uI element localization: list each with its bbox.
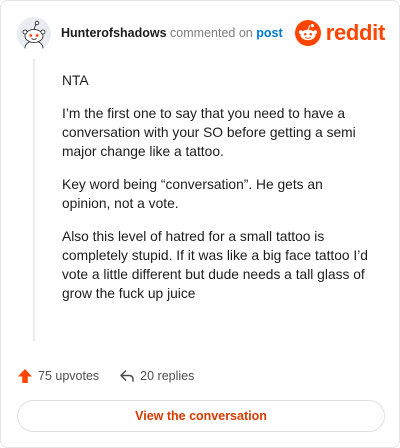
thread-line[interactable] xyxy=(33,59,35,341)
comment-meta: Hunterofshadows commented on post xyxy=(61,26,283,40)
upvotes-label: 75 upvotes xyxy=(38,369,100,383)
replies-label: 20 replies xyxy=(140,369,195,383)
comment-card: Hunterofshadows commented on post reddit… xyxy=(0,0,400,448)
comment-paragraph: Key word being “conversation”. He gets a… xyxy=(62,177,323,211)
reddit-logo-icon xyxy=(294,20,321,46)
view-conversation-button[interactable]: View the conversation xyxy=(17,400,385,432)
comment-paragraph: I’m the first one to say that you need t… xyxy=(62,106,356,159)
user-avatar[interactable] xyxy=(17,17,51,51)
comment-footer: 75 upvotes 20 replies xyxy=(17,365,214,387)
username-link[interactable]: Hunterofshadows xyxy=(61,26,167,40)
snoo-avatar-icon xyxy=(17,17,51,51)
comment-paragraph: NTA xyxy=(62,73,89,88)
upvote-arrow-icon xyxy=(18,369,32,383)
comment-paragraph: Also this level of hatred for a small ta… xyxy=(62,229,368,301)
reply-count[interactable]: 20 replies xyxy=(119,368,194,384)
reply-arrow-icon xyxy=(120,370,134,382)
upvote-count[interactable]: 75 upvotes xyxy=(17,368,99,384)
brand-wordmark: reddit xyxy=(325,20,386,45)
reddit-brand[interactable]: reddit xyxy=(294,19,386,47)
comment-header: Hunterofshadows commented on post reddit xyxy=(17,17,385,51)
post-link[interactable]: post xyxy=(256,26,282,40)
comment-body: NTA I’m the first one to say that you ne… xyxy=(62,71,372,317)
action-text: commented on xyxy=(170,26,253,40)
